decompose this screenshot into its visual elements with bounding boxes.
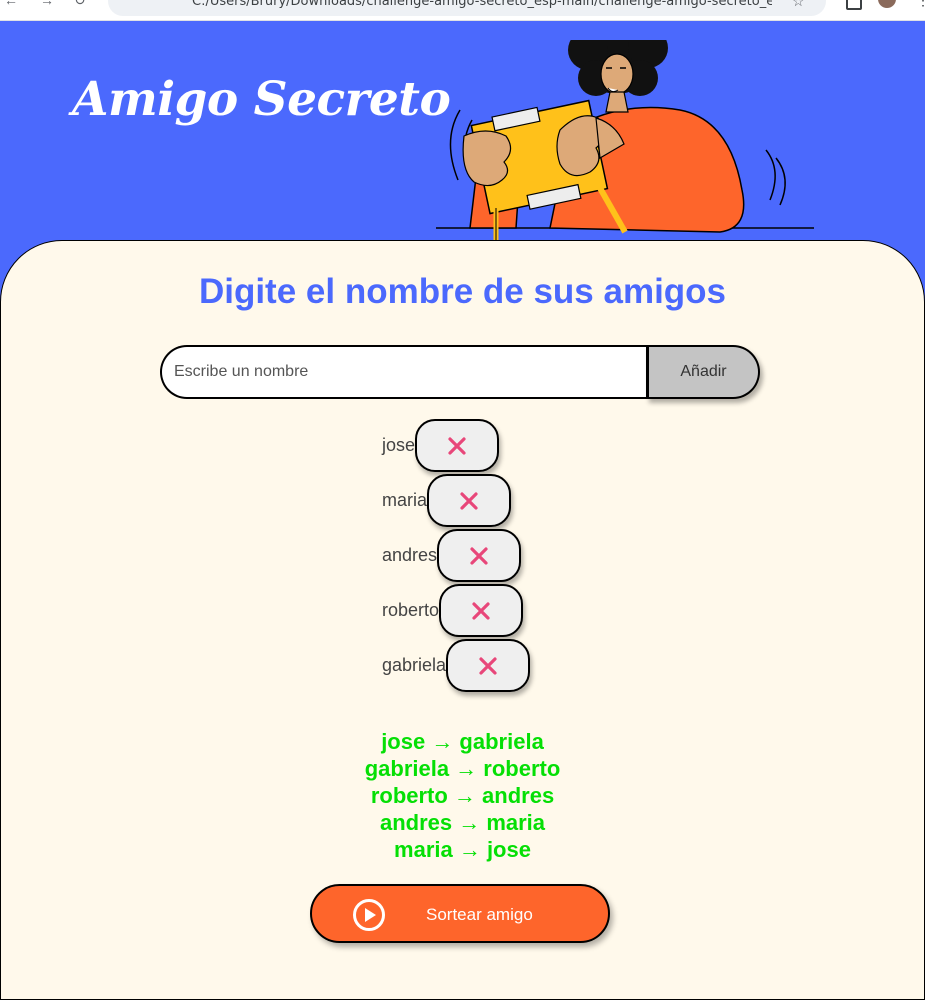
result-item: jose → gabriela: [381, 729, 544, 754]
delete-friend-button[interactable]: [415, 419, 500, 472]
result-item: roberto → andres: [370, 783, 555, 808]
close-icon: [472, 601, 490, 620]
close-icon: [479, 656, 497, 675]
browser-toolbar: ← → ↻ C:/Users/Brury/Downloads/challenge…: [0, 0, 925, 21]
list-item: gabriela: [382, 638, 582, 693]
app-title: Amigo Secreto: [72, 72, 451, 127]
close-icon: [460, 491, 478, 510]
list-item: jose: [382, 418, 582, 473]
add-button[interactable]: Añadir: [646, 345, 760, 399]
person-opening-gift-illustration: [436, 40, 814, 260]
bookmark-star-icon[interactable]: ☆: [792, 0, 805, 10]
list-item: roberto: [382, 583, 582, 638]
reload-icon[interactable]: ↻: [74, 0, 86, 9]
forward-icon[interactable]: →: [40, 0, 54, 8]
friend-name: maria: [382, 490, 428, 510]
draw-button-label: Sortear amigo: [426, 905, 533, 924]
friend-name: jose: [382, 435, 416, 455]
header-banner: Amigo Secreto: [0, 20, 925, 260]
list-item: andres: [382, 528, 582, 583]
back-icon[interactable]: ←: [4, 0, 18, 8]
page-heading: Digite el nombre de sus amigos: [198, 272, 727, 311]
address-url[interactable]: C:/Users/Brury/Downloads/challenge-amigo…: [192, 0, 772, 10]
add-friend-form: Añadir: [160, 345, 760, 399]
delete-friend-button[interactable]: [427, 474, 512, 527]
friend-name: andres: [382, 545, 438, 565]
delete-friend-button[interactable]: [446, 639, 531, 692]
delete-friend-button[interactable]: [437, 529, 522, 582]
result-item: maria → jose: [394, 837, 531, 862]
result-item: andres → maria: [379, 810, 546, 835]
result-item: gabriela → roberto: [364, 756, 561, 781]
draw-results: jose → gabriela gabriela → roberto rober…: [0, 728, 925, 863]
name-input[interactable]: [160, 345, 650, 399]
close-icon: [448, 436, 466, 455]
profile-avatar[interactable]: [878, 0, 896, 8]
close-icon: [470, 546, 488, 565]
tab-search-icon[interactable]: [846, 0, 862, 10]
friend-name: roberto: [382, 600, 440, 620]
friend-list: jose maria andres roberto gabriela: [382, 418, 582, 693]
list-item: maria: [382, 473, 582, 528]
more-menu-icon[interactable]: ⋮: [916, 0, 925, 9]
draw-friend-button[interactable]: Sortear amigo: [310, 884, 610, 943]
delete-friend-button[interactable]: [439, 584, 524, 637]
play-circle-icon: [353, 899, 385, 931]
friend-name: gabriela: [382, 655, 447, 675]
